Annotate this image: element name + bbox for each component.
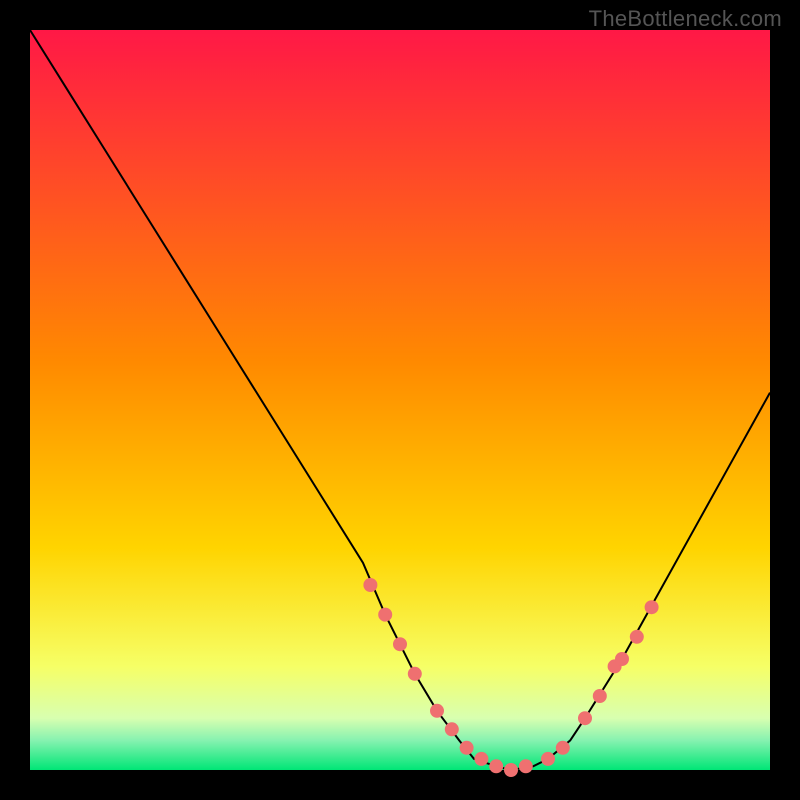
highlight-marker: [460, 741, 474, 755]
highlight-marker: [578, 711, 592, 725]
watermark-text: TheBottleneck.com: [589, 6, 782, 32]
highlight-marker: [615, 652, 629, 666]
highlight-marker: [645, 600, 659, 614]
highlight-marker: [363, 578, 377, 592]
highlight-marker: [378, 608, 392, 622]
highlight-marker: [556, 741, 570, 755]
highlight-marker: [504, 763, 518, 777]
highlight-marker: [630, 630, 644, 644]
highlight-marker: [445, 722, 459, 736]
gradient-background: [30, 30, 770, 770]
plot-area: [30, 30, 770, 770]
highlight-marker: [489, 759, 503, 773]
highlight-marker: [474, 752, 488, 766]
gradient-rect: [30, 30, 770, 770]
highlight-marker: [430, 704, 444, 718]
highlight-marker: [541, 752, 555, 766]
chart-frame: TheBottleneck.com: [0, 0, 800, 800]
highlight-marker: [519, 759, 533, 773]
highlight-marker: [593, 689, 607, 703]
highlight-marker: [408, 667, 422, 681]
highlight-marker: [393, 637, 407, 651]
